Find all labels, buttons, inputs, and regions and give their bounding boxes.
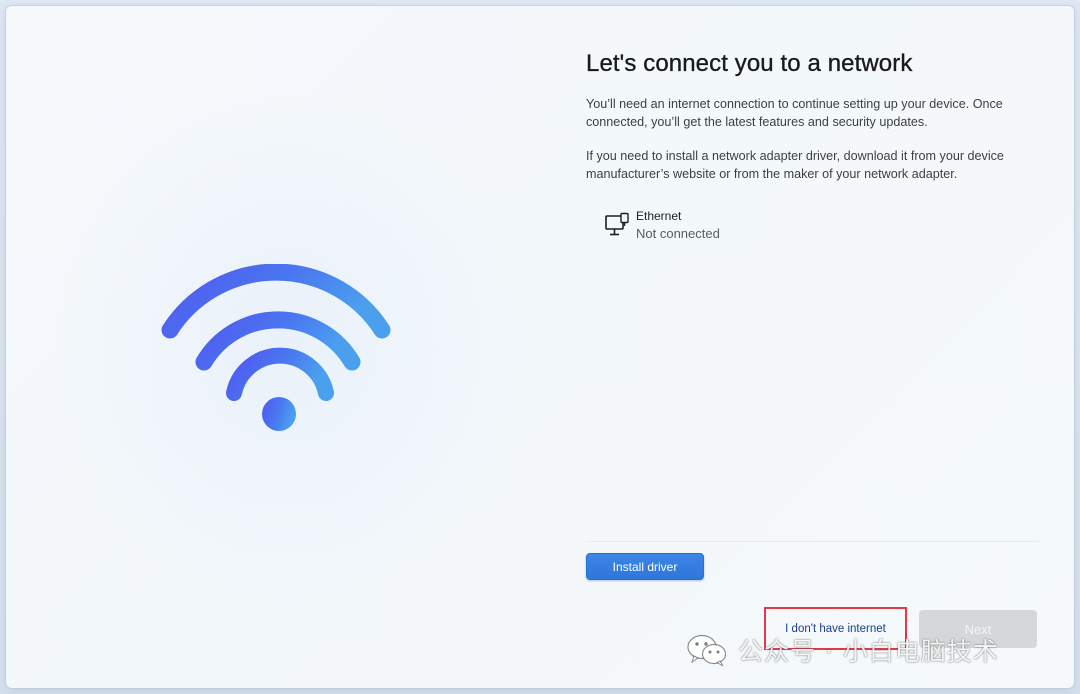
network-name: Ethernet	[636, 209, 682, 223]
install-driver-button[interactable]: Install driver	[586, 553, 704, 580]
setup-window: Let's connect you to a network You’ll ne…	[6, 6, 1074, 688]
ethernet-monitor-icon	[605, 212, 629, 236]
footer-divider	[586, 541, 1039, 542]
no-internet-link[interactable]: I don't have internet	[764, 607, 907, 650]
network-status: Not connected	[636, 226, 720, 241]
page-title: Let's connect you to a network	[586, 50, 913, 77]
driver-paragraph: If you need to install a network adapter…	[586, 149, 1004, 181]
next-button[interactable]: Next	[919, 610, 1037, 648]
network-item-ethernet[interactable]: Ethernet Not connected	[604, 206, 804, 250]
wifi-icon	[161, 264, 391, 431]
intro-paragraph: You’ll need an internet connection to co…	[586, 97, 1003, 129]
